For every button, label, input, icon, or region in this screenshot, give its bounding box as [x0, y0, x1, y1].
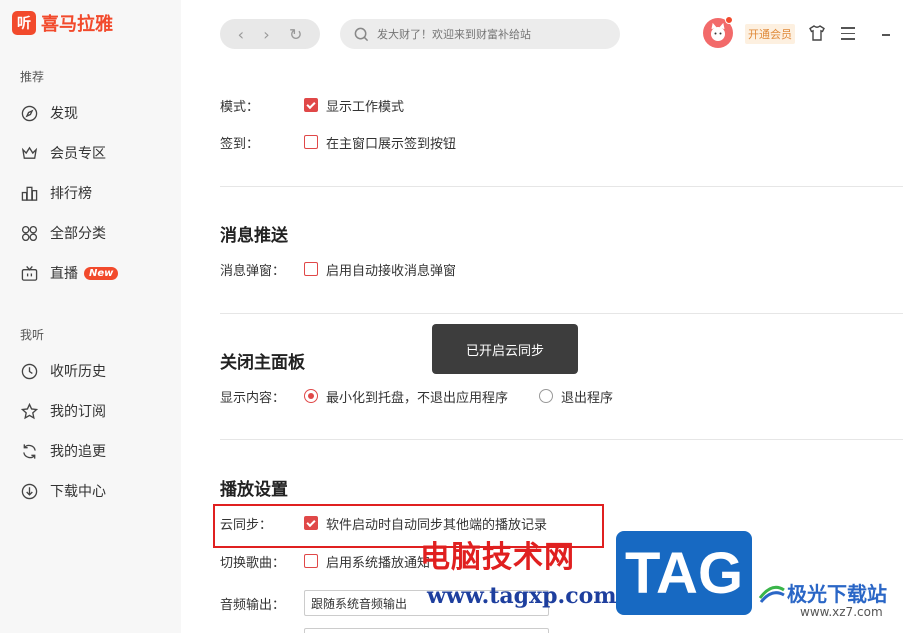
vip-button[interactable]: 开通会员 [745, 24, 795, 44]
sidebar-item-ranking[interactable]: 排行榜 [20, 181, 92, 205]
toast-message: 已开启云同步 [432, 324, 578, 374]
popup-checkbox[interactable] [304, 262, 318, 276]
sidebar-item-following[interactable]: 我的追更 [20, 439, 106, 463]
sidebar-item-label: 直播 [50, 266, 78, 282]
tshirt-icon[interactable] [808, 24, 826, 42]
star-icon [20, 402, 38, 420]
mode-label: 模式： [220, 99, 260, 115]
sidebar-item-label: 发现 [50, 106, 78, 122]
watermark-tag-logo: TAG [616, 531, 752, 615]
sidebar-item-label: 我的订阅 [50, 404, 106, 420]
sidebar: 听 喜马拉雅 推荐 发现 会员专区 排行榜 全部分类 直播 New 我听 收听历… [0, 0, 181, 633]
sidebar-item-downloads[interactable]: 下载中心 [20, 479, 106, 503]
app-logo[interactable]: 听 喜马拉雅 [12, 10, 113, 36]
close-section-title: 关闭主面板 [220, 353, 305, 373]
mode-option-text: 显示工作模式 [326, 99, 405, 115]
sidebar-item-categories[interactable]: 全部分类 [20, 221, 106, 245]
reload-icon[interactable]: ↻ [289, 25, 302, 44]
avatar-cat-icon [711, 23, 725, 41]
divider [220, 439, 903, 440]
push-section-title: 消息推送 [220, 226, 288, 246]
exit-program-radio[interactable] [539, 389, 554, 403]
section-label-recommend: 推荐 [20, 70, 45, 84]
crown-icon [20, 144, 38, 162]
signin-row: 签到： 在主窗口展示签到按钮 [220, 131, 456, 153]
sidebar-item-history[interactable]: 收听历史 [20, 359, 106, 383]
sidebar-item-label: 全部分类 [50, 226, 106, 242]
watermark-site-url: www.xz7.com [800, 605, 883, 619]
exit-program-text: 退出程序 [561, 390, 614, 406]
switch-song-option-text: 启用系统播放通知 [326, 555, 431, 571]
audio-output-label: 音频输出： [220, 597, 286, 613]
refresh-icon [20, 442, 38, 460]
minimize-icon[interactable] [882, 34, 890, 36]
popup-row: 消息弹窗： 启用自动接收消息弹窗 [220, 258, 456, 280]
switch-song-label: 切换歌曲： [220, 555, 286, 571]
signin-checkbox[interactable] [304, 135, 318, 149]
new-badge: New [84, 266, 119, 280]
mode-checkbox[interactable] [304, 98, 318, 112]
play-section-title: 播放设置 [220, 480, 288, 500]
minimize-tray-radio[interactable] [304, 389, 318, 403]
search-icon [354, 27, 369, 41]
aurora-logo-icon [758, 585, 785, 603]
watermark-cn-text: 电脑技术网 [420, 540, 575, 575]
notification-dot [725, 16, 733, 24]
divider [220, 313, 903, 314]
mode-row: 模式： 显示工作模式 [220, 94, 404, 116]
sidebar-item-label: 会员专区 [50, 146, 106, 162]
forward-arrow-icon[interactable]: › [263, 25, 269, 44]
compass-icon [20, 104, 38, 122]
tv-icon [20, 264, 38, 282]
popup-option-text: 启用自动接收消息弹窗 [326, 263, 457, 279]
sidebar-item-label: 排行榜 [50, 186, 92, 202]
back-arrow-icon[interactable]: ‹ [238, 25, 244, 44]
sidebar-item-vip[interactable]: 会员专区 [20, 141, 106, 165]
next-select-box[interactable] [304, 628, 549, 633]
display-label: 显示内容： [220, 390, 286, 406]
minimize-tray-text: 最小化到托盘，不退出应用程序 [326, 390, 509, 406]
history-nav-controls: ‹ › ↻ [220, 19, 320, 49]
sidebar-item-label: 我的追更 [50, 444, 106, 460]
display-row: 显示内容： 最小化到托盘，不退出应用程序 退出程序 [220, 385, 613, 407]
logo-mark: 听 [12, 11, 36, 35]
search-bar[interactable] [340, 19, 620, 49]
watermark-url-text: www.tagxp.com [427, 583, 617, 609]
watermark-site-logo: 极光下载站 [757, 578, 887, 607]
watermark-site-name: 极光下载站 [787, 582, 887, 606]
download-icon [20, 482, 38, 500]
signin-label: 签到： [220, 136, 260, 152]
section-label-mine: 我听 [20, 328, 45, 342]
popup-label: 消息弹窗： [220, 263, 286, 279]
sidebar-item-discover[interactable]: 发现 [20, 101, 78, 125]
signin-option-text: 在主窗口展示签到按钮 [326, 136, 457, 152]
divider [220, 186, 903, 187]
ranking-icon [20, 184, 38, 202]
switch-song-checkbox[interactable] [304, 554, 318, 568]
sidebar-item-label: 收听历史 [50, 364, 106, 380]
clock-icon [20, 362, 38, 380]
sidebar-item-live[interactable]: 直播 New [20, 261, 119, 285]
search-input[interactable] [377, 27, 617, 41]
grid-icon [20, 224, 38, 242]
switch-song-row: 切换歌曲： 启用系统播放通知 [220, 550, 430, 572]
sidebar-item-subscriptions[interactable]: 我的订阅 [20, 399, 106, 423]
menu-icon[interactable] [841, 27, 855, 44]
logo-text: 喜马拉雅 [41, 14, 113, 35]
sidebar-item-label: 下载中心 [50, 484, 106, 500]
